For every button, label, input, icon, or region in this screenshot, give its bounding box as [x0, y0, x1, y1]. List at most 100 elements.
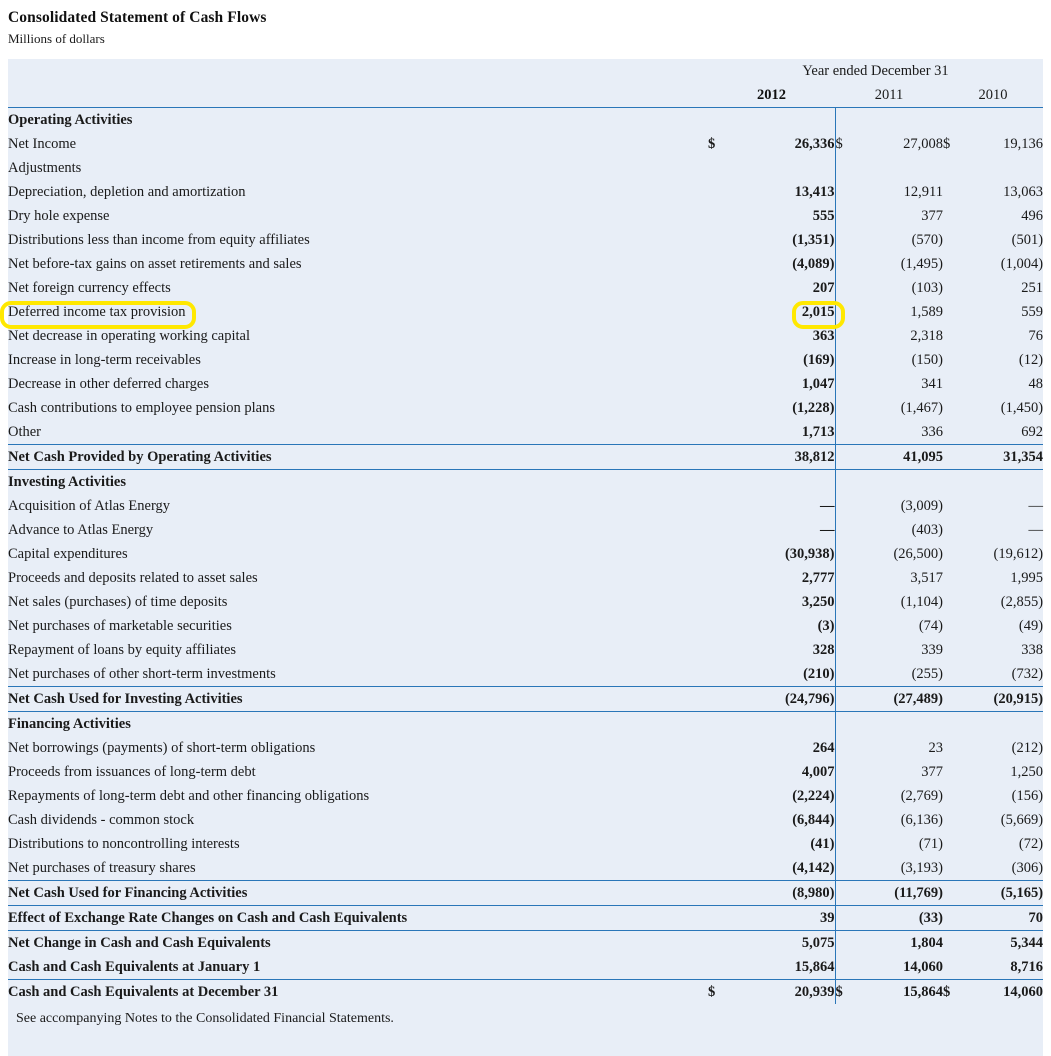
currency-symbol-2012 — [708, 252, 738, 276]
currency-symbol-2010 — [943, 372, 967, 396]
row-label: Other — [8, 420, 708, 445]
row-label: Capital expenditures — [8, 542, 708, 566]
row-label: Net decrease in operating working capita… — [8, 324, 708, 348]
currency-symbol-2011 — [835, 566, 857, 590]
value-2012 — [738, 156, 835, 180]
currency-symbol-2011 — [835, 494, 857, 518]
currency-symbol-2010 — [943, 252, 967, 276]
row-label: Investing Activities — [8, 470, 708, 495]
value-2011: (33) — [857, 906, 943, 931]
currency-symbol-2011 — [835, 931, 857, 956]
value-2012: (1,351) — [738, 228, 835, 252]
value-2012: 13,413 — [738, 180, 835, 204]
currency-symbol-2011 — [835, 156, 857, 180]
currency-symbol-2010 — [943, 518, 967, 542]
value-2012 — [738, 470, 835, 495]
value-2011: 341 — [857, 372, 943, 396]
row-label: Deferred income tax provision — [8, 300, 708, 324]
value-2010 — [967, 470, 1043, 495]
table-row: Net purchases of other short-term invest… — [8, 662, 1043, 687]
currency-symbol-2011 — [835, 396, 857, 420]
value-2011: (6,136) — [857, 808, 943, 832]
table-row: Net Income$26,336$27,008$19,136 — [8, 132, 1043, 156]
row-label: Financing Activities — [8, 712, 708, 737]
currency-symbol-2010 — [943, 931, 967, 956]
table-row: Capital expenditures(30,938)(26,500)(19,… — [8, 542, 1043, 566]
currency-symbol-2010 — [943, 856, 967, 881]
currency-symbol-2012 — [708, 494, 738, 518]
value-2012: 1,713 — [738, 420, 835, 445]
table-row: Cash dividends - common stock(6,844)(6,1… — [8, 808, 1043, 832]
currency-symbol-2010 — [943, 420, 967, 445]
value-2012: 2,015 — [738, 300, 835, 324]
value-2011 — [857, 156, 943, 180]
table-body: Operating ActivitiesNet Income$26,336$27… — [8, 108, 1043, 1005]
currency-symbol-2011 — [835, 228, 857, 252]
value-2010: (1,004) — [967, 252, 1043, 276]
currency-symbol-2010 — [943, 276, 967, 300]
currency-symbol-2011 — [835, 324, 857, 348]
currency-symbol-2012 — [708, 906, 738, 931]
value-2012: 3,250 — [738, 590, 835, 614]
currency-symbol-2012 — [708, 638, 738, 662]
currency-symbol-2012 — [708, 931, 738, 956]
currency-symbol-2010 — [943, 228, 967, 252]
currency-symbol-2010 — [943, 542, 967, 566]
value-2012: (4,089) — [738, 252, 835, 276]
value-2011: 339 — [857, 638, 943, 662]
currency-symbol-2011 — [835, 108, 857, 133]
value-2010: — — [967, 494, 1043, 518]
cash-flow-table: Year ended December 31 2012 2011 2010 Op… — [8, 59, 1043, 1004]
value-2010: 70 — [967, 906, 1043, 931]
table-row: Proceeds and deposits related to asset s… — [8, 566, 1043, 590]
currency-symbol-2011 — [835, 955, 857, 980]
currency-symbol-2012 — [708, 324, 738, 348]
column-header-2011: 2011 — [835, 83, 943, 108]
currency-symbol-2012 — [708, 542, 738, 566]
financial-table-container: Year ended December 31 2012 2011 2010 Op… — [8, 59, 1043, 1056]
value-2011: 12,911 — [857, 180, 943, 204]
table-row: Net before-tax gains on asset retirement… — [8, 252, 1043, 276]
total-row: Effect of Exchange Rate Changes on Cash … — [8, 906, 1043, 931]
currency-symbol-2010 — [943, 638, 967, 662]
table-row: Dry hole expense555377496 — [8, 204, 1043, 228]
value-2010: 496 — [967, 204, 1043, 228]
currency-symbol-2010 — [943, 614, 967, 638]
table-row: Cash contributions to employee pension p… — [8, 396, 1043, 420]
currency-symbol-2011 — [835, 856, 857, 881]
currency-symbol-2010 — [943, 881, 967, 906]
section-header-row: Investing Activities — [8, 470, 1043, 495]
value-2012: 363 — [738, 324, 835, 348]
currency-symbol-2010 — [943, 300, 967, 324]
value-2012: (41) — [738, 832, 835, 856]
value-2012: (24,796) — [738, 687, 835, 712]
value-2011: 1,804 — [857, 931, 943, 956]
currency-symbol-2011 — [835, 638, 857, 662]
value-2010: 14,060 — [967, 980, 1043, 1005]
row-label: Cash dividends - common stock — [8, 808, 708, 832]
table-row: Adjustments — [8, 156, 1043, 180]
value-2011: 23 — [857, 736, 943, 760]
value-2010: (306) — [967, 856, 1043, 881]
value-2012: — — [738, 518, 835, 542]
value-2012: 264 — [738, 736, 835, 760]
value-2011: (150) — [857, 348, 943, 372]
currency-symbol-2011 — [835, 662, 857, 687]
header-year-row: 2012 2011 2010 — [8, 83, 1043, 108]
currency-symbol-2012 — [708, 614, 738, 638]
value-2011: (71) — [857, 832, 943, 856]
value-2010: (20,915) — [967, 687, 1043, 712]
title-block: Consolidated Statement of Cash Flows Mil… — [0, 0, 1051, 48]
value-2012 — [738, 108, 835, 133]
table-row: Depreciation, depletion and amortization… — [8, 180, 1043, 204]
currency-symbol-2012 — [708, 590, 738, 614]
header-span-row: Year ended December 31 — [8, 59, 1043, 83]
value-2012: — — [738, 494, 835, 518]
row-label: Net Cash Provided by Operating Activitie… — [8, 445, 708, 470]
currency-symbol-2012 — [708, 662, 738, 687]
total-row: Net Cash Used for Investing Activities(2… — [8, 687, 1043, 712]
row-label: Net foreign currency effects — [8, 276, 708, 300]
value-2012: 2,777 — [738, 566, 835, 590]
currency-symbol-2011 — [835, 808, 857, 832]
table-row: Net purchases of marketable securities(3… — [8, 614, 1043, 638]
